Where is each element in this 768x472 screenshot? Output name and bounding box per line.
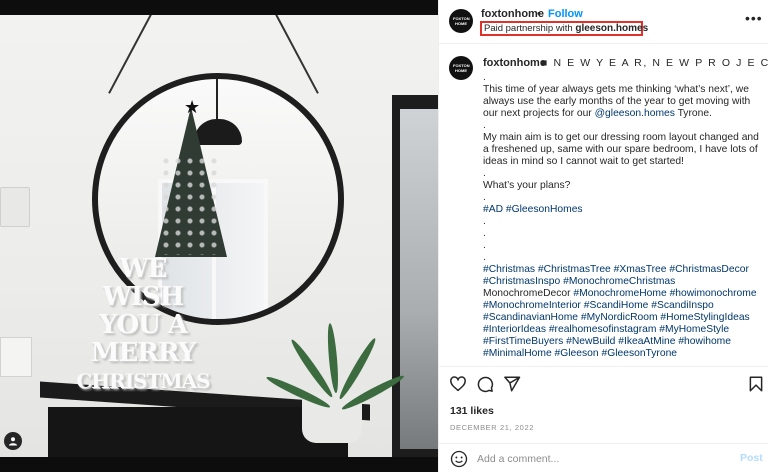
wall-socket	[0, 337, 32, 377]
caption-paragraph: What’s your plans?	[483, 180, 571, 191]
sign-word: WISH	[102, 282, 185, 312]
caption-dot: .	[483, 72, 486, 83]
sign-word: MERRY	[90, 338, 197, 368]
post-button[interactable]: Post	[740, 452, 763, 464]
caption-dot: .	[483, 192, 486, 203]
hashtag-block[interactable]: #Christmas #ChristmasTree #XmasTree #Chr…	[483, 264, 759, 360]
partner-link[interactable]: gleeson.homes	[575, 23, 648, 34]
hashtag-line[interactable]: #AD #GleesonHomes	[483, 204, 759, 216]
tree-star-icon: ★	[184, 97, 201, 117]
action-bar: 131 likes DECEMBER 21, 2022 Post	[439, 366, 768, 472]
post-date[interactable]: DECEMBER 21, 2022	[450, 423, 534, 432]
header-username[interactable]: foxtonhome	[481, 8, 544, 20]
comment-input[interactable]	[477, 451, 727, 467]
caption-dot: .	[483, 168, 486, 179]
post-image[interactable]: ★ WE WISH YOU A MERRY CHRISTMAS	[0, 0, 438, 472]
wall-frame	[392, 95, 438, 457]
post-header: FOXTON HOME foxtonhome • Follow Paid par…	[439, 0, 768, 44]
avatar-text: FOXTON HOME	[453, 63, 470, 73]
avatar-text: FOXTON HOME	[453, 16, 470, 26]
caption-dot: .	[483, 228, 486, 239]
sign-word: YOU A	[98, 310, 188, 340]
caption-paragraph: This time of year always gets me thinkin…	[483, 84, 759, 120]
caption-username[interactable]: foxtonhome	[483, 57, 546, 69]
separator-dot: •	[537, 8, 541, 20]
wall-thermostat	[0, 187, 30, 227]
comment-bar: Post	[439, 443, 768, 472]
photo-scene: ★ WE WISH YOU A MERRY CHRISTMAS	[0, 15, 438, 457]
profile-avatar[interactable]: FOXTON HOME	[449, 9, 473, 33]
bookmark-icon[interactable]	[747, 375, 765, 393]
caption-title: ■ N E W Y E A R, N E W P R O J E C T S ■	[541, 57, 768, 69]
comment-icon[interactable]	[476, 375, 494, 393]
caption-text: Tyrone.	[674, 108, 712, 119]
caption-avatar[interactable]: FOXTON HOME	[449, 56, 473, 80]
mention-link[interactable]: @gleeson.homes	[595, 108, 675, 119]
caption-dot: .	[483, 216, 486, 227]
send-icon[interactable]	[503, 375, 521, 393]
hashtag-plain-text: MonochromeDecor	[483, 288, 574, 299]
caption-scroll-area[interactable]: FOXTON HOME foxtonhome ■ N E W Y E A R, …	[439, 44, 768, 366]
more-horizontal-icon[interactable]: •••	[745, 10, 763, 26]
plant-leaf	[325, 322, 340, 394]
sign-word: CHRISTMAS	[76, 369, 210, 393]
christmas-sign: WE WISH YOU A MERRY CHRISTMAS	[68, 255, 218, 425]
paid-partnership-label: Paid partnership with gleeson.homes	[484, 23, 648, 34]
mirror-chain-left	[108, 15, 157, 94]
caption-paragraph: My main aim is to get our dressing room …	[483, 132, 759, 167]
sign-word: WE	[119, 254, 167, 284]
follow-button[interactable]: Follow	[548, 8, 583, 20]
tree-baubles	[160, 155, 220, 255]
heart-icon[interactable]	[449, 375, 467, 393]
mirror-chain-right	[270, 15, 319, 94]
post-panel: FOXTON HOME foxtonhome • Follow Paid par…	[438, 0, 768, 472]
likes-count[interactable]: 131 likes	[450, 405, 494, 417]
hashtags[interactable]: #Christmas #ChristmasTree #XmasTree #Chr…	[483, 264, 749, 287]
emoji-icon[interactable]	[450, 450, 468, 468]
partnership-prefix: Paid partnership with	[484, 23, 576, 34]
tagged-user-icon[interactable]	[4, 432, 22, 450]
caption-dot: .	[483, 240, 486, 251]
caption-dot: .	[483, 120, 486, 131]
caption-dot: .	[483, 252, 486, 263]
caption-body: . This time of year always gets me think…	[483, 72, 759, 360]
